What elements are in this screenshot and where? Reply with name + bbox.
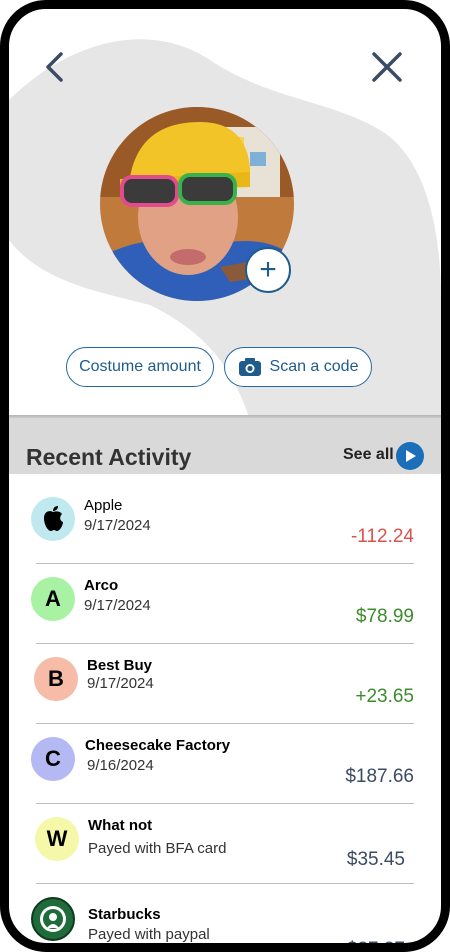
list-item[interactable]: Apple 9/17/2024 -112.24 bbox=[9, 485, 441, 565]
merchant-name: What not bbox=[88, 817, 153, 834]
row-divider bbox=[36, 723, 414, 724]
plus-icon: + bbox=[259, 253, 277, 286]
row-divider bbox=[36, 883, 414, 884]
transaction-amount: $35.45 bbox=[346, 849, 405, 870]
transaction-amount: +23.65 bbox=[355, 686, 414, 707]
row-divider bbox=[36, 563, 414, 564]
add-photo-button[interactable]: + bbox=[245, 247, 291, 293]
payment-method: Payed with paypal bbox=[88, 926, 210, 943]
transaction-date: 9/17/2024 bbox=[84, 517, 151, 534]
transaction-amount: -112.24 bbox=[350, 526, 414, 547]
camera-icon bbox=[238, 358, 261, 376]
phone-frame: + Costume amount Scan a code Recent Acti… bbox=[0, 0, 450, 952]
starbucks-logo-icon bbox=[31, 897, 75, 941]
row-divider bbox=[36, 643, 414, 644]
letter-w-icon: W bbox=[35, 817, 79, 861]
list-item[interactable]: B Best Buy 9/17/2024 +23.65 bbox=[9, 645, 441, 725]
merchant-name: Best Buy bbox=[87, 657, 153, 674]
transaction-date: 9/16/2024 bbox=[87, 757, 154, 774]
back-button[interactable] bbox=[35, 47, 75, 87]
chevron-left-icon bbox=[46, 52, 63, 82]
row-divider bbox=[36, 803, 414, 804]
recent-activity-header: Recent Activity See all bbox=[9, 418, 441, 474]
transaction-amount: $187.66 bbox=[345, 766, 414, 787]
letter-c-icon: C bbox=[31, 737, 75, 781]
list-item[interactable]: A Arco 9/17/2024 $78.99 bbox=[9, 565, 441, 645]
transaction-date: 9/17/2024 bbox=[84, 597, 151, 614]
transaction-amount: $78.99 bbox=[355, 606, 414, 627]
close-button[interactable] bbox=[367, 47, 407, 87]
costume-amount-label: Costume amount bbox=[79, 358, 201, 375]
costume-amount-button[interactable]: Costume amount bbox=[66, 347, 214, 387]
play-arrow-icon bbox=[406, 450, 416, 462]
merchant-name: Arco bbox=[84, 577, 119, 594]
merchant-name: Apple bbox=[84, 497, 123, 514]
payment-method: Payed with BFA card bbox=[88, 840, 227, 857]
list-item[interactable]: W What not Payed with BFA card $35.45 bbox=[9, 805, 441, 885]
apple-logo-icon bbox=[31, 497, 75, 541]
close-icon bbox=[372, 52, 402, 82]
letter-a-icon: A bbox=[31, 577, 75, 621]
merchant-name: Starbucks bbox=[88, 906, 161, 923]
scan-code-button[interactable]: Scan a code bbox=[224, 347, 372, 387]
recent-activity-title: Recent Activity bbox=[26, 444, 192, 470]
see-all-link[interactable]: See all bbox=[343, 446, 394, 464]
transaction-amount: $87.87 bbox=[346, 939, 405, 952]
transaction-date: 9/17/2024 bbox=[87, 675, 154, 692]
list-item[interactable]: C Cheesecake Factory 9/16/2024 $187.66 bbox=[9, 725, 441, 805]
see-all-button[interactable] bbox=[396, 442, 424, 470]
letter-b-icon: B bbox=[34, 657, 78, 701]
scan-code-label: Scan a code bbox=[269, 358, 359, 375]
list-item[interactable]: Starbucks Payed with paypal $87.87 bbox=[9, 885, 441, 952]
merchant-name: Cheesecake Factory bbox=[85, 737, 231, 754]
